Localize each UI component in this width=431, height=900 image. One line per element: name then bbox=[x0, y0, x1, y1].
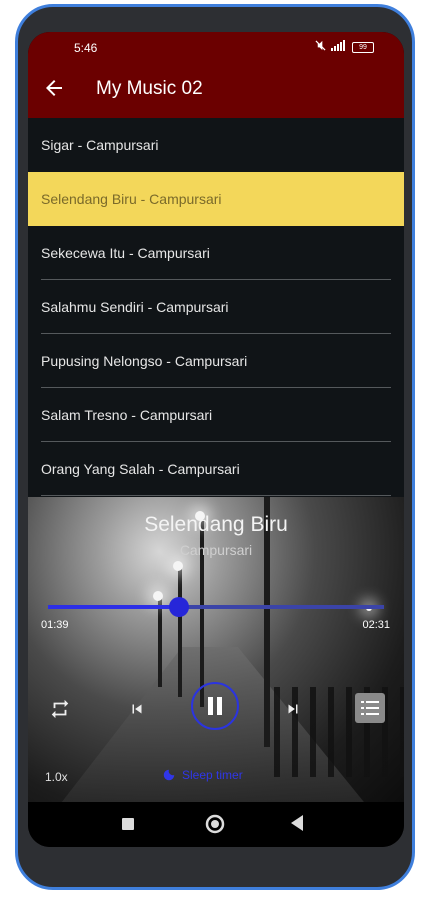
list-item[interactable]: Pupusing Nelongso - Campursari bbox=[28, 334, 404, 388]
seek-bar-thumb[interactable] bbox=[169, 597, 190, 617]
list-item[interactable]: Orang Yang Salah - Campursari bbox=[28, 442, 404, 496]
skip-previous-icon[interactable] bbox=[126, 698, 148, 720]
list-item[interactable]: Sigar - Campursari bbox=[28, 118, 404, 172]
skip-next-icon[interactable] bbox=[282, 698, 304, 720]
lamp-post bbox=[178, 567, 182, 697]
signal-icon bbox=[330, 40, 348, 54]
moon-icon bbox=[163, 769, 175, 781]
pause-button[interactable] bbox=[191, 682, 239, 730]
page-title: My Music 02 bbox=[96, 78, 203, 99]
recent-apps-icon[interactable] bbox=[122, 818, 134, 830]
playlist-button[interactable] bbox=[355, 693, 385, 723]
pause-icon bbox=[208, 697, 222, 715]
sleep-timer-button[interactable]: Sleep timer bbox=[162, 768, 243, 782]
status-time: 5:46 bbox=[74, 41, 98, 55]
song-label: Selendang Biru - Campursari bbox=[41, 191, 222, 207]
phone-screen: 5:46 99 My Music 02 Sigar - Campursari S… bbox=[28, 32, 404, 847]
lamp-light bbox=[173, 561, 183, 571]
seek-bar-progress bbox=[48, 605, 180, 609]
lamp-post bbox=[158, 597, 162, 687]
song-label: Salam Tresno - Campursari bbox=[41, 407, 213, 423]
battery-icon: 99 bbox=[352, 41, 374, 53]
list-icon bbox=[361, 701, 379, 715]
home-icon[interactable] bbox=[205, 814, 225, 834]
playback-speed[interactable]: 1.0x bbox=[45, 770, 68, 784]
seek-bar[interactable] bbox=[48, 597, 384, 617]
system-nav-bar bbox=[28, 802, 404, 847]
list-item-selected[interactable]: Selendang Biru - Campursari bbox=[28, 172, 404, 226]
list-item[interactable]: Sekecewa Itu - Campursari bbox=[28, 226, 404, 280]
status-bar: 5:46 99 bbox=[28, 32, 404, 62]
mute-icon bbox=[315, 40, 326, 54]
list-item[interactable]: Salam Tresno - Campursari bbox=[28, 388, 404, 442]
arrow-left-icon[interactable] bbox=[42, 76, 66, 100]
total-time: 02:31 bbox=[362, 619, 390, 631]
back-triangle-icon[interactable] bbox=[291, 815, 303, 831]
song-label: Orang Yang Salah - Campursari bbox=[41, 461, 240, 477]
now-playing-artist: Campursari bbox=[179, 542, 253, 558]
song-label: Pupusing Nelongso - Campursari bbox=[41, 353, 248, 369]
song-label: Sekecewa Itu - Campursari bbox=[41, 245, 210, 261]
song-list: Sigar - Campursari Selendang Biru - Camp… bbox=[28, 118, 404, 497]
song-label: Salahmu Sendiri - Campursari bbox=[41, 299, 229, 315]
now-playing-title: Selendang Biru bbox=[144, 513, 288, 536]
repeat-icon[interactable] bbox=[48, 697, 72, 721]
list-item[interactable]: Salahmu Sendiri - Campursari bbox=[28, 280, 404, 334]
player-panel: Selendang Biru Campursari 01:39 02:31 1.… bbox=[28, 497, 404, 802]
status-icons: 99 bbox=[315, 40, 374, 54]
sleep-timer-label: Sleep timer bbox=[182, 768, 243, 782]
lamp-light bbox=[153, 591, 163, 601]
elapsed-time: 01:39 bbox=[41, 619, 69, 631]
song-label: Sigar - Campursari bbox=[41, 137, 159, 153]
app-bar: My Music 02 bbox=[28, 62, 404, 118]
